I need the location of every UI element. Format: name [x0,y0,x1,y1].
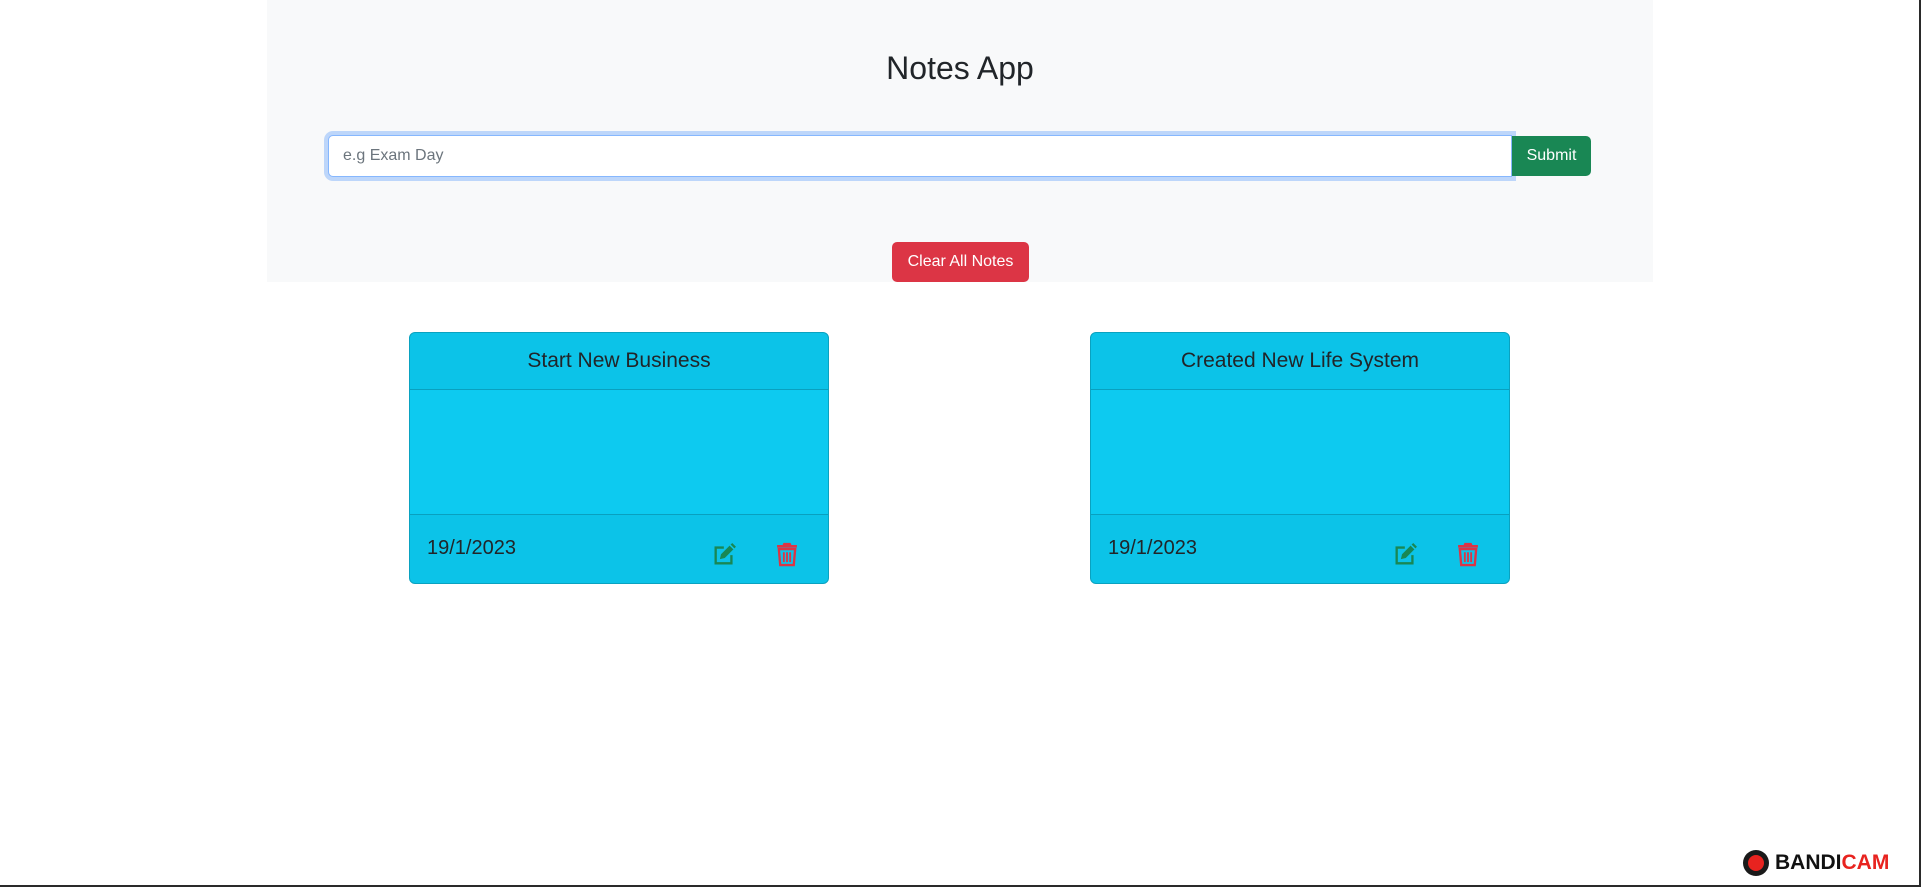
note-date: 19/1/2023 [427,537,516,559]
record-icon [1743,850,1769,876]
note-card: Created New Life System 19/1/2023 [1090,332,1510,584]
trash-icon[interactable] [773,540,801,568]
note-footer: 19/1/2023 [1091,514,1509,583]
note-body [1091,390,1509,514]
trash-icon[interactable] [1454,540,1482,568]
note-footer: 19/1/2023 [410,514,828,583]
note-body [410,390,828,514]
note-form: Submit [328,135,1591,177]
bandicam-watermark: BANDICAM [1743,848,1889,878]
edit-icon[interactable] [711,540,739,568]
note-title: Start New Business [410,333,828,390]
watermark-part1: BANDI [1775,851,1842,874]
note-card: Start New Business 19/1/2023 [409,332,829,584]
submit-button[interactable]: Submit [1512,136,1591,176]
clear-all-notes-button[interactable]: Clear All Notes [892,242,1029,282]
watermark-text: BANDICAM [1775,851,1889,875]
page: Notes App Submit Clear All Notes Start N… [0,0,1921,887]
note-date: 19/1/2023 [1108,537,1197,559]
note-title: Created New Life System [1091,333,1509,390]
edit-icon[interactable] [1392,540,1420,568]
page-title: Notes App [886,50,1034,86]
note-input[interactable] [328,135,1512,177]
header-panel: Notes App Submit Clear All Notes [267,0,1653,282]
watermark-part2: CAM [1841,851,1890,874]
